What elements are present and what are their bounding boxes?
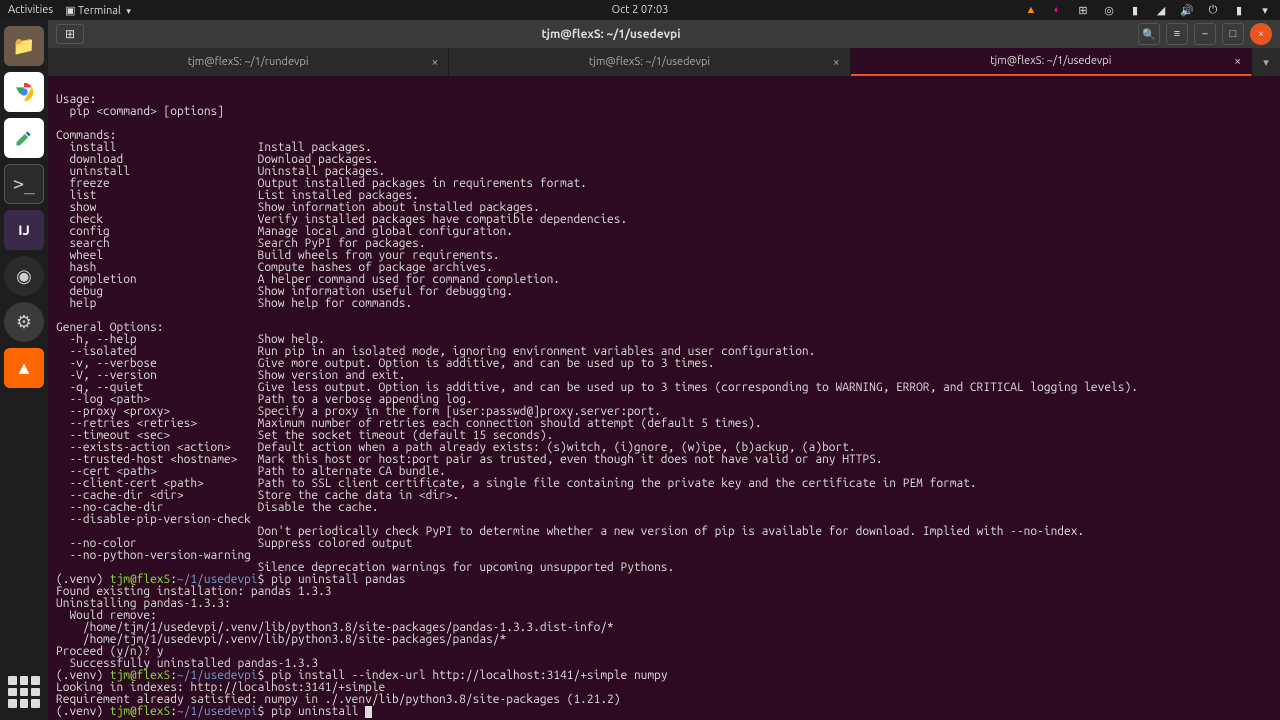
new-tab-button[interactable]: ⊞ xyxy=(56,24,84,44)
dock: 📁 >_ IJ ◉ ⚙ ▲ xyxy=(0,20,48,720)
output-line: /home/tjm/1/usedevpi/.venv/lib/python3.8… xyxy=(56,634,1272,646)
minimize-button[interactable]: – xyxy=(1194,23,1216,45)
dock-chrome[interactable] xyxy=(4,72,44,112)
tray-icon-3[interactable]: ⊞ xyxy=(1076,3,1090,17)
terminal-line: pip <command> [options] xyxy=(56,106,1272,118)
terminal-tab-0[interactable]: tjm@flexS: ~/1/rundevpi × xyxy=(48,48,449,76)
volume-icon[interactable]: 🔊 xyxy=(1180,3,1194,17)
tray-icon-2[interactable]: ◐ xyxy=(1050,3,1064,17)
activities-button[interactable]: Activities xyxy=(8,4,53,16)
dock-show-apps[interactable] xyxy=(8,676,40,708)
wifi-icon[interactable]: ◢ xyxy=(1154,3,1168,17)
hamburger-menu[interactable]: ≡ xyxy=(1166,23,1188,45)
tab-label: tjm@flexS: ~/1/usedevpi xyxy=(990,55,1111,67)
gnome-topbar: Activities ▣ Terminal Oct 2 07:03 ▲ ◐ ⊞ … xyxy=(0,0,1280,20)
tab-label: tjm@flexS: ~/1/rundevpi xyxy=(188,56,309,68)
power-icon[interactable]: ⏻ xyxy=(1206,3,1220,17)
tray-icon-1[interactable]: ▲ xyxy=(1024,3,1038,17)
terminal-line xyxy=(56,118,1272,130)
dock-obs[interactable]: ◉ xyxy=(4,256,44,296)
tab-close-icon[interactable]: × xyxy=(432,56,439,69)
window-title: tjm@flexS: ~/1/usedevpi xyxy=(84,28,1138,41)
terminal-line: Usage: xyxy=(56,94,1272,106)
terminal-line: help Show help for commands. xyxy=(56,298,1272,310)
output-line: Uninstalling pandas-1.3.3: xyxy=(56,598,1272,610)
terminal-line xyxy=(56,82,1272,94)
search-button[interactable]: 🔍 xyxy=(1138,23,1160,45)
window-titlebar: ⊞ tjm@flexS: ~/1/usedevpi 🔍 ≡ – □ × xyxy=(48,20,1280,48)
dock-terminal[interactable]: >_ xyxy=(4,164,44,204)
terminal-icon: ▣ xyxy=(65,5,78,17)
tray-icon-5[interactable]: ▮ xyxy=(1128,3,1142,17)
tab-label: tjm@flexS: ~/1/usedevpi xyxy=(589,56,710,68)
dock-text-editor[interactable] xyxy=(4,118,44,158)
output-line: Found existing installation: pandas 1.3.… xyxy=(56,586,1272,598)
tab-close-icon[interactable]: × xyxy=(833,56,840,69)
cursor xyxy=(365,706,372,718)
tray-icon-4[interactable]: ◎ xyxy=(1102,3,1116,17)
tab-close-icon[interactable]: × xyxy=(1234,55,1241,68)
dock-settings[interactable]: ⚙ xyxy=(4,302,44,342)
maximize-button[interactable]: □ xyxy=(1222,23,1244,45)
close-button[interactable]: × xyxy=(1250,23,1272,45)
tabs-dropdown[interactable]: ▾ xyxy=(1252,48,1280,76)
clock[interactable]: Oct 2 07:03 xyxy=(612,4,669,16)
dock-intellij[interactable]: IJ xyxy=(4,210,44,250)
dock-vlc[interactable]: ▲ xyxy=(4,348,44,388)
terminal-viewport[interactable]: Usage: pip <command> [options] Commands:… xyxy=(48,76,1280,720)
system-tray: ▲ ◐ ⊞ ◎ ▮ ◢ 🔊 ⏻ ▮ ▾ xyxy=(1024,3,1272,17)
terminal-tab-2[interactable]: tjm@flexS: ~/1/usedevpi × xyxy=(851,48,1252,76)
app-menu[interactable]: ▣ Terminal xyxy=(65,4,131,17)
terminal-line xyxy=(56,310,1272,322)
prompt-line: (.venv) tjm@flexS:~/1/usedevpi$ pip unin… xyxy=(56,706,1272,718)
caret-down-icon[interactable]: ▾ xyxy=(1258,3,1272,17)
terminal-window: ⊞ tjm@flexS: ~/1/usedevpi 🔍 ≡ – □ × tjm@… xyxy=(48,20,1280,720)
dock-files[interactable]: 📁 xyxy=(4,26,44,66)
terminal-tab-1[interactable]: tjm@flexS: ~/1/usedevpi × xyxy=(449,48,850,76)
battery-icon[interactable]: ▮ xyxy=(1232,3,1246,17)
terminal-tabs: tjm@flexS: ~/1/rundevpi×tjm@flexS: ~/1/u… xyxy=(48,48,1280,76)
